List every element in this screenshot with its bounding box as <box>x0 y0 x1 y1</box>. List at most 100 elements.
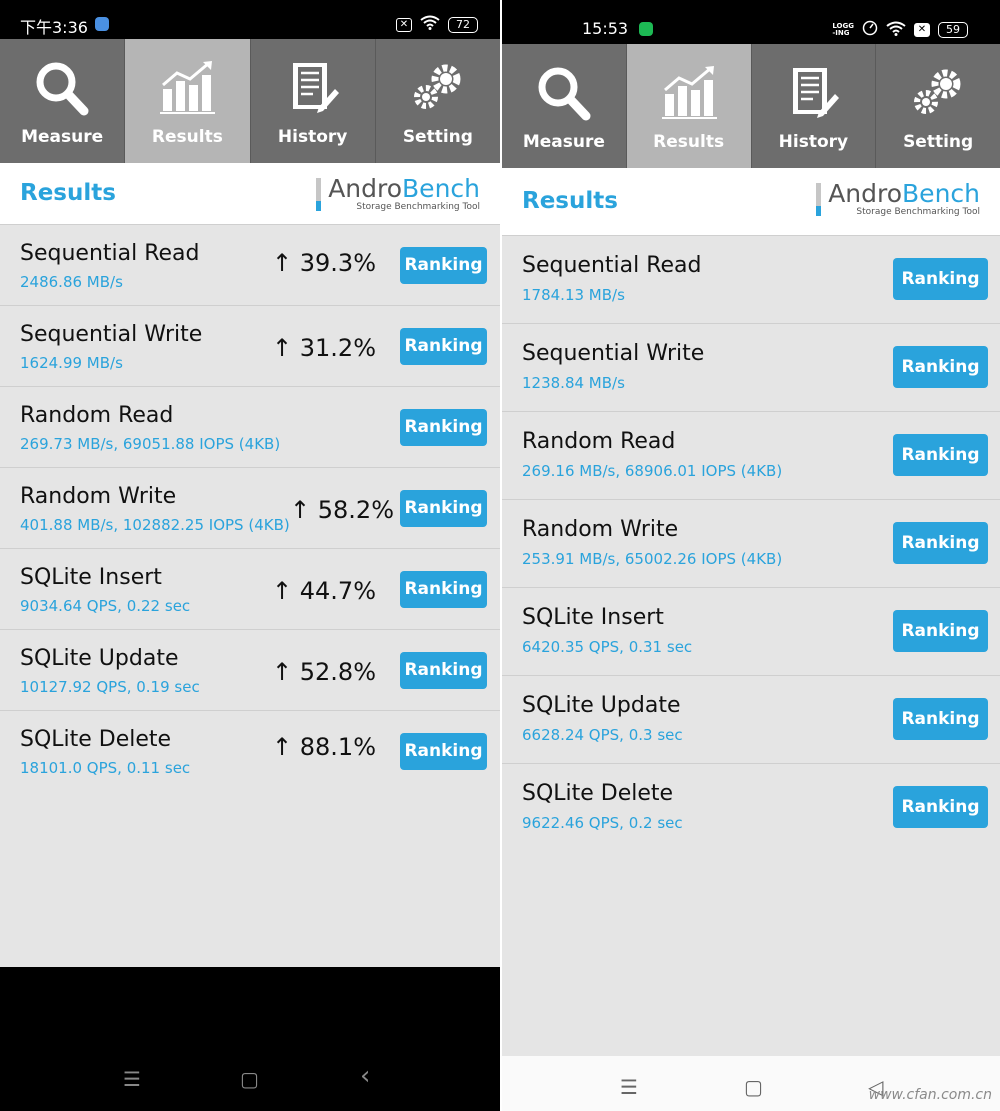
up-arrow-icon: ↑ <box>290 496 318 524</box>
home-icon[interactable]: ▢ <box>744 1075 763 1099</box>
wifi-icon <box>886 21 906 40</box>
up-arrow-icon: ↑ <box>272 334 300 362</box>
test-name: SQLite Delete <box>20 727 172 752</box>
logging-icon: LOGG -ING <box>832 22 854 37</box>
up-arrow-icon: ↑ <box>272 658 300 686</box>
results-list: Sequential Read 2486.86 MB/s ↑ 39.3% Ran… <box>0 225 500 967</box>
tab-results[interactable]: Results <box>626 44 752 168</box>
logo-bar-icon <box>816 183 822 216</box>
tab-label: History <box>778 132 849 152</box>
main-toolbar: Measure Results History Setting <box>0 39 500 163</box>
test-result: 9622.46 QPS, 0.2 sec <box>522 814 683 832</box>
list-item: SQLite Insert 9034.64 QPS, 0.22 sec ↑ 44… <box>0 549 500 630</box>
ranking-button[interactable]: Ranking <box>893 698 988 740</box>
tab-measure[interactable]: Measure <box>0 39 126 163</box>
test-result: 401.88 MB/s, 102882.25 IOPS (4KB) <box>20 516 290 534</box>
ranking-button[interactable]: Ranking <box>400 247 487 284</box>
test-name: Sequential Read <box>20 241 200 266</box>
sim-off-icon: ✕ <box>396 17 412 32</box>
test-result: 9034.64 QPS, 0.22 sec <box>20 597 191 615</box>
test-result: 10127.92 QPS, 0.19 sec <box>20 678 200 696</box>
list-item: Sequential Write 1238.84 MB/s Ranking <box>502 324 1000 412</box>
test-name: Sequential Write <box>522 341 705 366</box>
test-name: SQLite Update <box>20 646 179 671</box>
test-name: Sequential Write <box>20 322 203 347</box>
main-toolbar: Measure Results History Setting <box>502 44 1000 168</box>
results-header: Results AndroBench Storage Benchmarking … <box>502 168 1000 236</box>
logo-name: AndroBench <box>828 179 980 208</box>
list-item: Sequential Read 2486.86 MB/s ↑ 39.3% Ran… <box>0 225 500 306</box>
logo-name: AndroBench <box>328 174 480 203</box>
page-title: Results <box>522 188 618 214</box>
test-result: 2486.86 MB/s <box>20 273 123 291</box>
search-icon <box>36 62 89 116</box>
list-item: SQLite Update 10127.92 QPS, 0.19 sec ↑ 5… <box>0 630 500 711</box>
test-name: SQLite Delete <box>522 781 674 806</box>
test-name: SQLite Insert <box>522 605 664 630</box>
list-item: SQLite Delete 9622.46 QPS, 0.2 sec Ranki… <box>502 764 1000 852</box>
tab-label: Measure <box>522 132 605 152</box>
ranking-button[interactable]: Ranking <box>400 409 487 446</box>
tab-history[interactable]: History <box>751 44 877 168</box>
ranking-button[interactable]: Ranking <box>893 786 988 828</box>
ranking-button[interactable]: Ranking <box>400 652 487 689</box>
chart-icon <box>160 61 216 114</box>
test-result: 1784.13 MB/s <box>522 286 625 304</box>
test-result: 269.16 MB/s, 68906.01 IOPS (4KB) <box>522 462 783 480</box>
phone-right: 15:53 LOGG -ING ✕ 59 Measure Results His… <box>502 0 1000 1111</box>
battery-icon: 72 <box>448 16 478 33</box>
improvement-label: ↑ 88.1% <box>272 733 376 761</box>
results-list: Sequential Read 1784.13 MB/s Ranking Seq… <box>502 236 1000 1056</box>
list-item: SQLite Delete 18101.0 QPS, 0.11 sec ↑ 88… <box>0 711 500 792</box>
test-name: SQLite Update <box>522 693 681 718</box>
tab-setting[interactable]: Setting <box>375 39 500 163</box>
screenshot-comparison: 下午3:36 ✕ 72 Measure Results History Sett… <box>0 0 1000 1111</box>
ranking-button[interactable]: Ranking <box>400 571 487 608</box>
test-name: SQLite Insert <box>20 565 162 590</box>
up-arrow-icon: ↑ <box>272 249 300 277</box>
ranking-button[interactable]: Ranking <box>893 346 988 388</box>
test-result: 6420.35 QPS, 0.31 sec <box>522 638 693 656</box>
ranking-button[interactable]: Ranking <box>400 328 487 365</box>
status-icons: ✕ 72 <box>396 15 478 34</box>
logo-tagline: Storage Benchmarking Tool <box>856 207 980 217</box>
tab-history[interactable]: History <box>250 39 376 163</box>
list-item: SQLite Insert 6420.35 QPS, 0.31 sec Rank… <box>502 588 1000 676</box>
document-icon <box>793 68 840 118</box>
status-time: 15:53 <box>582 19 629 38</box>
tab-label: Results <box>653 132 725 152</box>
tab-setting[interactable]: Setting <box>876 44 1000 168</box>
ranking-button[interactable]: Ranking <box>893 258 988 300</box>
tab-measure[interactable]: Measure <box>502 44 627 168</box>
ranking-button[interactable]: Ranking <box>893 434 988 476</box>
home-icon[interactable]: ▢ <box>240 1067 259 1091</box>
list-item: SQLite Update 6628.24 QPS, 0.3 sec Ranki… <box>502 676 1000 764</box>
ranking-button[interactable]: Ranking <box>893 610 988 652</box>
ranking-button[interactable]: Ranking <box>400 733 487 770</box>
test-result: 1238.84 MB/s <box>522 374 625 392</box>
up-arrow-icon: ↑ <box>272 733 300 761</box>
test-result: 6628.24 QPS, 0.3 sec <box>522 726 683 744</box>
status-time: 下午3:36 <box>20 18 88 37</box>
ranking-button[interactable]: Ranking <box>893 522 988 564</box>
status-icons: LOGG -ING ✕ 59 <box>832 20 968 40</box>
status-bar: 15:53 LOGG -ING ✕ 59 <box>502 0 1000 44</box>
gear-icon <box>914 69 961 114</box>
back-icon[interactable]: ‹ <box>360 1061 370 1091</box>
menu-icon[interactable]: ☰ <box>620 1075 638 1099</box>
list-item: Random Write 253.91 MB/s, 65002.26 IOPS … <box>502 500 1000 588</box>
ranking-button[interactable]: Ranking <box>400 490 487 527</box>
tab-results[interactable]: Results <box>125 39 251 163</box>
improvement-label: ↑ 31.2% <box>272 334 376 362</box>
improvement-label: ↑ 52.8% <box>272 658 376 686</box>
menu-icon[interactable]: ☰ <box>123 1067 141 1091</box>
search-icon <box>538 67 591 121</box>
list-item: Random Read 269.73 MB/s, 69051.88 IOPS (… <box>0 387 500 468</box>
gear-icon <box>413 64 461 109</box>
test-result: 1624.99 MB/s <box>20 354 123 372</box>
logo-bar-icon <box>316 178 322 211</box>
status-bar: 下午3:36 ✕ 72 <box>0 0 500 39</box>
test-result: 18101.0 QPS, 0.11 sec <box>20 759 191 777</box>
watermark: www.cfan.com.cn <box>868 1087 992 1103</box>
tab-label: History <box>277 127 348 147</box>
